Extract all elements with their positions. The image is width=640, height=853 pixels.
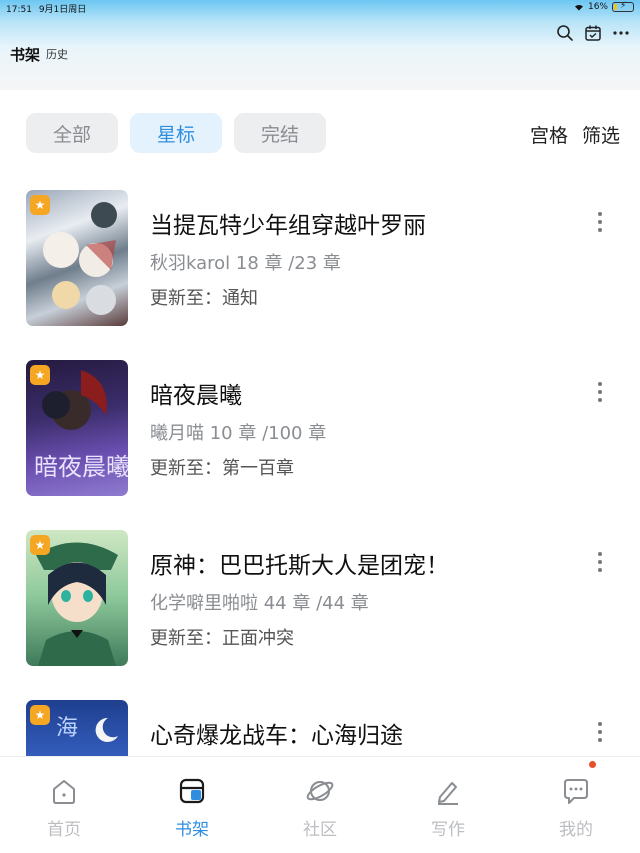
book-update: 更新至：第一百章: [150, 458, 294, 479]
nav-write[interactable]: 写作: [408, 775, 488, 840]
status-date: 9月1日周日: [38, 5, 87, 15]
planet-icon: [306, 781, 334, 801]
history-link[interactable]: 历史: [46, 46, 68, 62]
home-icon: [53, 780, 75, 804]
battery-percent: 16%: [587, 2, 608, 12]
more-vertical-icon[interactable]: [590, 550, 610, 574]
top-header-area: 17:51 9月1日周日 16% ⚡ 书架 历史: [0, 0, 640, 90]
star-badge-icon: ★: [30, 365, 50, 385]
star-badge-icon: ★: [30, 535, 50, 555]
list-item[interactable]: ★ 原神：巴巴托斯大人是团宠！ 化学噼里啪啦 44 章 /44 章 更新至：正面…: [0, 530, 640, 700]
filter-tabs: 全部 星标 完结: [26, 113, 326, 153]
nav-write-label: 写作: [431, 820, 465, 840]
book-meta: 秋羽karol 18 章 /23 章: [150, 253, 341, 274]
tab-all[interactable]: 全部: [26, 113, 118, 153]
nav-profile-label: 我的: [559, 820, 593, 840]
more-vertical-icon[interactable]: [590, 210, 610, 234]
star-badge-icon: ★: [30, 705, 50, 725]
battery-icon: ⚡: [612, 1, 634, 12]
status-time: 17:51: [6, 5, 32, 15]
list-item[interactable]: 海 ★ 心奇爆龙战车：心海归途: [0, 700, 640, 756]
nav-profile[interactable]: 我的: [536, 775, 616, 840]
nav-community[interactable]: 社区: [280, 775, 360, 840]
list-item[interactable]: 暗夜晨曦 ★ 暗夜晨曦 曦月喵 10 章 /100 章 更新至：第一百章: [0, 360, 640, 530]
nav-bookshelf-label: 书架: [175, 820, 209, 840]
wifi-icon: [574, 4, 583, 11]
more-vertical-icon[interactable]: [590, 720, 610, 744]
book-title: 当提瓦特少年组穿越叶罗丽: [150, 213, 426, 239]
grid-view-button[interactable]: 宫格: [530, 121, 568, 148]
more-horizontal-icon[interactable]: [612, 24, 630, 42]
filter-button[interactable]: 筛选: [582, 121, 620, 148]
svg-text:海: 海: [56, 716, 78, 741]
book-cover[interactable]: 海 ★: [26, 700, 128, 756]
nav-bookshelf[interactable]: 书架: [152, 775, 232, 840]
nav-home-label: 首页: [47, 820, 81, 840]
more-vertical-icon[interactable]: [590, 380, 610, 404]
status-bar: 17:51 9月1日周日 16% ⚡: [0, 0, 640, 16]
page-title: 书架: [10, 46, 41, 64]
chat-bubble-icon: [564, 779, 588, 804]
list-item[interactable]: ★ 当提瓦特少年组穿越叶罗丽 秋羽karol 18 章 /23 章 更新至：通知: [0, 190, 640, 360]
book-meta: 曦月喵 10 章 /100 章: [150, 423, 327, 444]
book-title: 暗夜晨曦: [150, 383, 242, 409]
book-cover[interactable]: ★: [26, 530, 128, 666]
star-badge-icon: ★: [30, 195, 50, 215]
book-title: 原神：巴巴托斯大人是团宠！: [150, 553, 449, 579]
bookshelf-icon: [179, 778, 205, 804]
search-icon[interactable]: [556, 24, 574, 42]
bottom-navigation: 首页 书架 社区 写作 我的: [0, 756, 640, 853]
notification-dot: [589, 761, 596, 768]
book-meta: 化学噼里啪啦 44 章 /44 章: [150, 593, 369, 614]
book-list: ★ 当提瓦特少年组穿越叶罗丽 秋羽karol 18 章 /23 章 更新至：通知…: [0, 190, 640, 756]
nav-home[interactable]: 首页: [24, 775, 104, 840]
book-update: 更新至：正面冲突: [150, 628, 294, 649]
tab-completed[interactable]: 完结: [234, 113, 326, 153]
book-cover[interactable]: 暗夜晨曦 ★: [26, 360, 128, 496]
book-title: 心奇爆龙战车：心海归途: [150, 723, 403, 749]
tab-starred[interactable]: 星标: [130, 113, 222, 153]
pen-icon: [438, 782, 458, 805]
view-options: 宫格 筛选: [530, 121, 620, 148]
nav-community-label: 社区: [303, 820, 337, 840]
calendar-check-icon[interactable]: [584, 24, 602, 42]
svg-text:暗夜晨曦: 暗夜晨曦: [34, 453, 128, 481]
book-update: 更新至：通知: [150, 288, 258, 309]
book-cover[interactable]: ★: [26, 190, 128, 326]
